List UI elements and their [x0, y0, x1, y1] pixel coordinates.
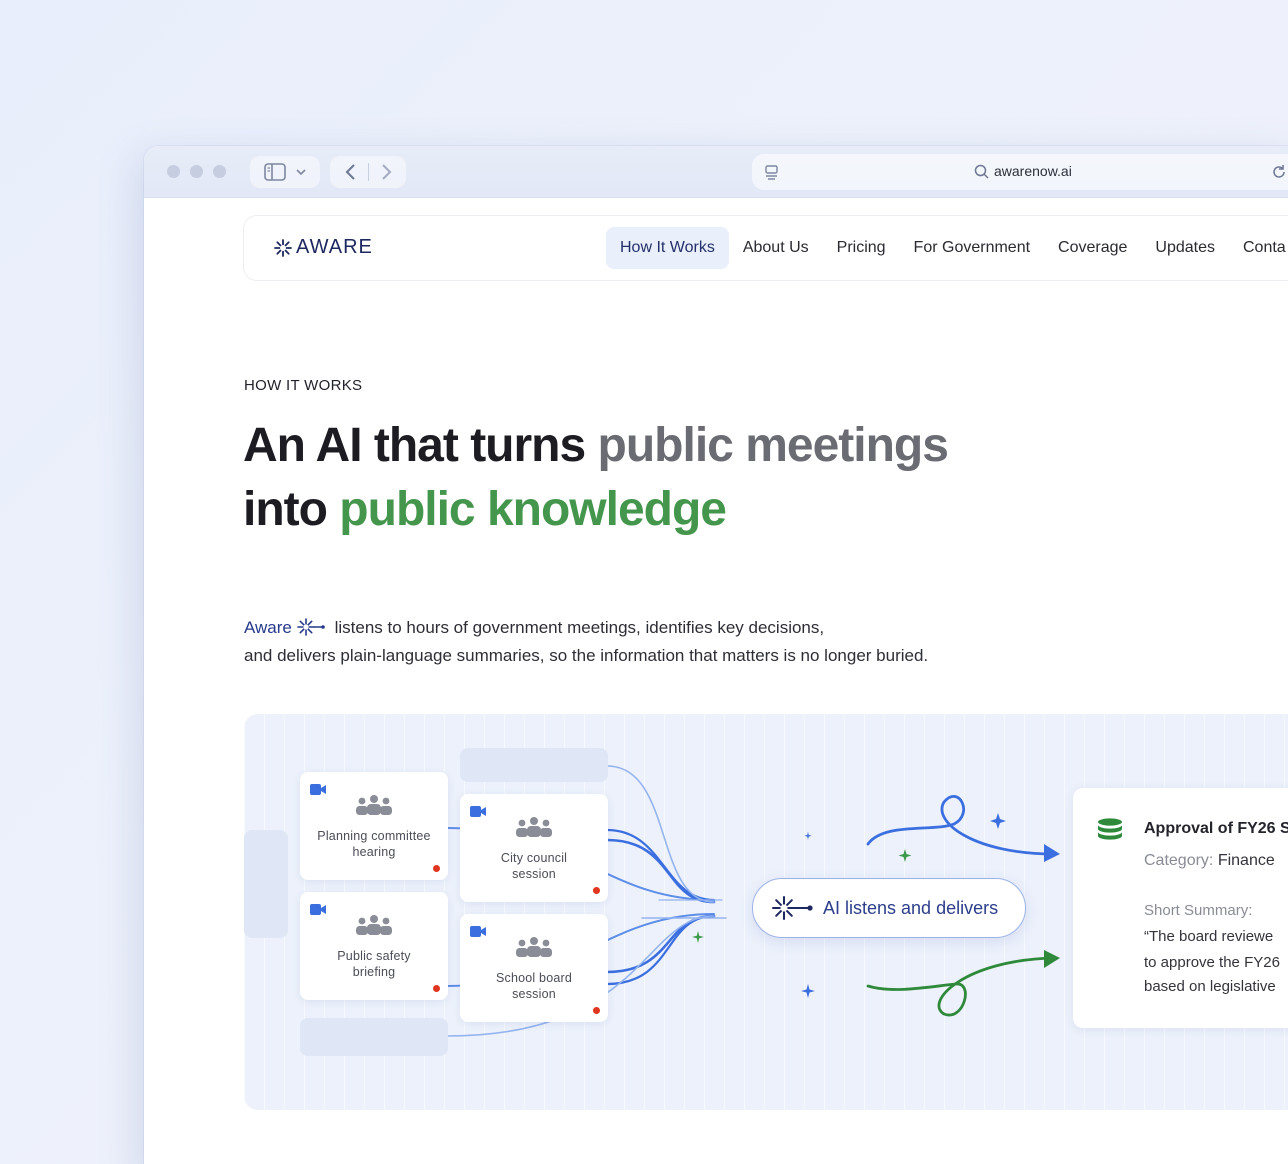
window-zoom-dot[interactable]	[213, 165, 226, 178]
meeting-title-line-1: School board	[495, 971, 573, 985]
browser-toolbar: awarenow.ai	[144, 146, 1288, 198]
ghost-card-bottom	[300, 1018, 448, 1056]
summary-line: to approve the FY26	[1144, 954, 1280, 971]
sidebar-icon	[264, 163, 286, 181]
forward-arrow-icon[interactable]	[381, 163, 393, 181]
window-minimize-dot[interactable]	[190, 165, 203, 178]
hero-headline: An AI that turns public meetings into pu…	[243, 414, 1143, 542]
nav-link-about-us[interactable]: About Us	[729, 227, 823, 269]
people-group-icon	[353, 914, 395, 936]
desc-line-1: listens to hours of government meetings,…	[334, 618, 825, 637]
history-nav	[330, 156, 406, 188]
address-bar[interactable]: awarenow.ai	[752, 154, 1288, 190]
nav-link-updates[interactable]: Updates	[1141, 227, 1229, 269]
record-indicator	[433, 985, 440, 992]
meeting-card[interactable]: School board session	[460, 914, 608, 1022]
headline-part-3: into	[243, 483, 340, 536]
video-camera-icon	[310, 904, 326, 915]
hero-description: Aware listens to hours of government mee…	[244, 614, 1104, 670]
aware-logo[interactable]: AWARE	[272, 236, 373, 259]
aware-mark-icon	[771, 894, 815, 922]
search-icon	[974, 164, 989, 179]
sidebar-toggle-button[interactable]	[250, 156, 320, 188]
headline-highlight-green: public knowledge	[339, 483, 727, 536]
database-stack-icon	[1097, 818, 1123, 842]
video-camera-icon	[470, 806, 486, 817]
record-indicator	[433, 865, 440, 872]
meeting-title-line-2: session	[512, 867, 556, 881]
meeting-title-line-2: session	[512, 987, 556, 1001]
nav-links: How It Works About Us Pricing For Govern…	[606, 227, 1288, 269]
people-group-icon	[513, 816, 555, 838]
nav-link-contact[interactable]: Conta	[1229, 227, 1288, 269]
category-key: Category:	[1144, 852, 1214, 869]
desc-line-2: and delivers plain-language summaries, s…	[244, 646, 929, 665]
record-indicator	[593, 887, 600, 894]
result-title: Approval of FY26 S	[1144, 820, 1288, 837]
ghost-card-left	[244, 830, 288, 938]
meeting-title-line-1: City council	[500, 851, 568, 865]
category-value: Finance	[1217, 852, 1275, 869]
nav-link-pricing[interactable]: Pricing	[823, 227, 900, 269]
browser-window: awarenow.ai AWARE How It Works About Us …	[144, 146, 1288, 1164]
record-indicator	[593, 1007, 600, 1014]
window-close-dot[interactable]	[167, 165, 180, 178]
back-arrow-icon[interactable]	[344, 163, 356, 181]
url-text: awarenow.ai	[994, 163, 1072, 179]
people-group-icon	[353, 794, 395, 816]
meeting-title-line-2: briefing	[352, 965, 396, 979]
summary-line: “The board reviewe	[1144, 928, 1274, 945]
ai-process-label: AI listens and delivers	[823, 897, 999, 918]
nav-link-for-government[interactable]: For Government	[900, 227, 1044, 269]
site-navbar: AWARE How It Works About Us Pricing For …	[243, 215, 1288, 281]
desc-brand-word: Aware	[244, 618, 292, 637]
aware-logo-icon	[272, 237, 294, 259]
meeting-card[interactable]: City council session	[460, 794, 608, 902]
people-group-icon	[513, 936, 555, 958]
section-eyebrow: HOW IT WORKS	[244, 377, 363, 394]
result-category: Category: Finance	[1144, 852, 1275, 870]
aware-mark-icon	[296, 617, 326, 637]
reload-icon[interactable]	[1271, 164, 1287, 180]
ghost-card-top	[460, 748, 608, 782]
how-it-works-diagram: Planning committee hearing City council se…	[244, 714, 1288, 1110]
nav-link-how-it-works[interactable]: How It Works	[606, 227, 729, 269]
meeting-card[interactable]: Public safety briefing	[300, 892, 448, 1000]
logo-text: AWARE	[296, 236, 373, 258]
meeting-title-line-1: Planning committee	[317, 829, 431, 843]
chevron-down-icon	[296, 168, 306, 176]
summary-line: based on legislative	[1144, 978, 1276, 995]
headline-highlight-gray: public meetings	[597, 419, 949, 472]
meeting-title-line-2: hearing	[352, 845, 396, 859]
nav-link-coverage[interactable]: Coverage	[1044, 227, 1141, 269]
summary-result-card[interactable]: Approval of FY26 S Category: Finance Sho…	[1073, 788, 1288, 1028]
reader-icon[interactable]	[764, 164, 780, 180]
headline-part-1: An AI that turns	[243, 419, 598, 472]
summary-label: Short Summary:	[1144, 902, 1253, 919]
video-camera-icon	[470, 926, 486, 937]
ai-process-pill: AI listens and delivers	[752, 878, 1026, 938]
meeting-title-line-1: Public safety	[337, 949, 411, 963]
meeting-card[interactable]: Planning committee hearing	[300, 772, 448, 880]
video-camera-icon	[310, 784, 326, 795]
